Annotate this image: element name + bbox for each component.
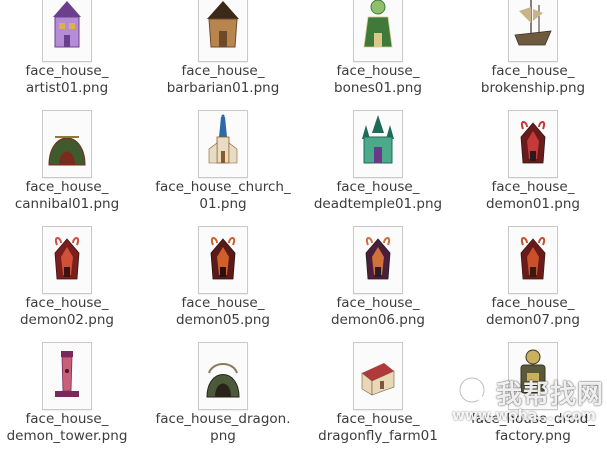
file-name-line: demon01.png <box>485 196 580 212</box>
file-item[interactable]: face_house_ demon_tower.png <box>0 342 142 458</box>
file-item[interactable]: face_house_ bones01.png <box>303 0 453 110</box>
file-name-line: face_house_droid_ <box>470 411 596 427</box>
file-name-line: brokenship.png <box>480 80 586 96</box>
house-brokenship-thumbnail[interactable] <box>508 0 558 62</box>
file-name-line: face_house_ <box>25 295 109 311</box>
house-demon-thumbnail[interactable] <box>508 226 558 294</box>
file-item[interactable]: face_house_ artist01.png <box>0 0 142 110</box>
file-name-line: barbarian01.png <box>166 80 280 96</box>
house-dragon-thumbnail[interactable] <box>198 342 248 410</box>
file-name-label: face_house_ deadtemple01.png <box>293 179 463 213</box>
file-name-line: demon07.png <box>485 312 580 328</box>
file-name-line: bones01.png <box>334 80 422 96</box>
house-demon-thumbnail[interactable] <box>508 110 558 178</box>
file-name-line: face_house_church_ <box>155 179 291 195</box>
file-item[interactable]: face_house_ demon07.png <box>458 226 607 342</box>
house-droid-factory-thumbnail[interactable] <box>508 342 558 410</box>
house-demon-thumbnail[interactable] <box>42 226 92 294</box>
file-name-line: cannibal01.png <box>14 196 120 212</box>
file-name-line: face_house_ <box>336 295 420 311</box>
file-name-line: demon02.png <box>19 312 114 328</box>
file-name-label: face_house_church_ 01.png <box>138 179 308 213</box>
file-name-label: face_house_ demon05.png <box>138 295 308 329</box>
house-artist-thumbnail[interactable] <box>42 0 92 62</box>
file-name-line: face_house_ <box>336 179 420 195</box>
file-name-line: face_house_ <box>491 63 575 79</box>
file-item[interactable]: face_house_ brokenship.png <box>458 0 607 110</box>
file-name-label: face_house_ demon06.png <box>293 295 463 329</box>
file-name-label: face_house_ demon02.png <box>0 295 152 329</box>
file-name-line: face_house_dragon. <box>155 411 291 427</box>
file-name-line: factory.png <box>495 428 571 444</box>
file-item[interactable]: face_house_ deadtemple01.png <box>303 110 453 226</box>
file-item[interactable]: face_house_ demon02.png <box>0 226 142 342</box>
house-dragonfly-farm-thumbnail[interactable] <box>353 342 403 410</box>
file-item[interactable]: face_house_church_ 01.png <box>148 110 298 226</box>
file-name-line: png <box>210 428 236 444</box>
house-cannibal-thumbnail[interactable] <box>42 110 92 178</box>
file-name-label: face_house_droid_ factory.png <box>448 411 607 445</box>
file-name-line: 01.png <box>199 196 247 212</box>
file-item[interactable]: face_house_ demon01.png <box>458 110 607 226</box>
file-name-line: face_house_ <box>181 295 265 311</box>
file-icon-grid: face_house_ artist01.png face_house_ barba… <box>0 0 607 444</box>
file-name-line: demon06.png <box>330 312 425 328</box>
file-name-label: face_house_ demon07.png <box>448 295 607 329</box>
file-name-label: face_house_ artist01.png <box>0 63 152 97</box>
house-bones-thumbnail[interactable] <box>353 0 403 62</box>
file-name-label: face_house_ demon01.png <box>448 179 607 213</box>
file-name-label: face_house_ barbarian01.png <box>138 63 308 97</box>
file-item[interactable]: face_house_dragon. png <box>148 342 298 458</box>
file-item[interactable]: face_house_ demon06.png <box>303 226 453 342</box>
house-deadtemple-thumbnail[interactable] <box>353 110 403 178</box>
file-name-line: face_house_ <box>25 63 109 79</box>
file-name-label: face_house_dragon. png <box>138 411 308 445</box>
file-name-line: face_house_ <box>181 63 265 79</box>
file-name-line: demon_tower.png <box>6 428 128 444</box>
file-name-line: deadtemple01.png <box>313 196 443 212</box>
house-demon-thumbnail[interactable] <box>353 226 403 294</box>
file-name-line: face_house_ <box>25 411 109 427</box>
file-name-line: artist01.png <box>25 80 109 96</box>
file-name-line: face_house_ <box>25 179 109 195</box>
file-name-line: face_house_ <box>336 411 420 427</box>
house-demon-thumbnail[interactable] <box>198 226 248 294</box>
file-name-line: face_house_ <box>491 179 575 195</box>
file-item[interactable]: face_house_ cannibal01.png <box>0 110 142 226</box>
file-name-line: face_house_ <box>336 63 420 79</box>
file-name-line: face_house_ <box>491 295 575 311</box>
house-church-thumbnail[interactable] <box>198 110 248 178</box>
file-name-label: face_house_ brokenship.png <box>448 63 607 97</box>
file-item[interactable]: face_house_ dragonfly_farm01 <box>303 342 453 458</box>
file-name-label: face_house_ bones01.png <box>293 63 463 97</box>
file-name-label: face_house_ demon_tower.png <box>0 411 152 445</box>
file-item[interactable]: face_house_ demon05.png <box>148 226 298 342</box>
house-barbarian-thumbnail[interactable] <box>198 0 248 62</box>
house-demon-tower-thumbnail[interactable] <box>42 342 92 410</box>
file-item[interactable]: face_house_droid_ factory.png <box>458 342 607 458</box>
file-name-line: dragonfly_farm01 <box>318 428 438 444</box>
file-name-line: demon05.png <box>175 312 270 328</box>
file-item[interactable]: face_house_ barbarian01.png <box>148 0 298 110</box>
file-name-label: face_house_ cannibal01.png <box>0 179 152 213</box>
file-name-label: face_house_ dragonfly_farm01 <box>293 411 463 445</box>
